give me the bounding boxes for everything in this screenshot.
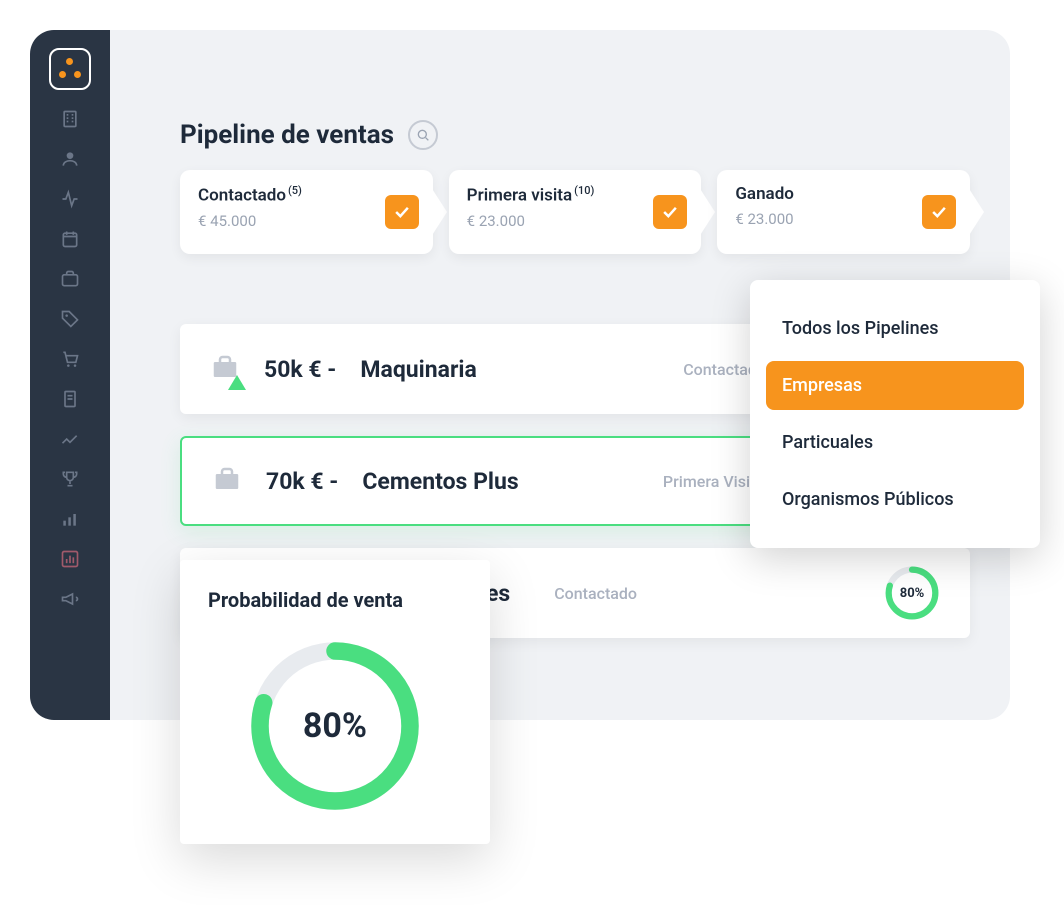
sidebar	[30, 30, 110, 720]
check-icon	[385, 195, 419, 229]
stage-count: (5)	[288, 184, 302, 197]
deal-value: 50k € -	[264, 356, 336, 383]
stage-label: Contactado	[198, 186, 286, 206]
analytics-icon[interactable]	[59, 548, 81, 570]
warning-badge	[228, 375, 246, 390]
cart-icon[interactable]	[59, 348, 81, 370]
search-icon[interactable]	[408, 120, 438, 150]
probability-mini-donut: 80%	[884, 565, 940, 621]
page-title: Pipeline de ventas	[180, 120, 394, 150]
stage-ganado[interactable]: Ganado € 23.000	[717, 170, 970, 254]
menu-item-organismos[interactable]: Organismos Públicos	[766, 475, 1024, 524]
deal-status: Primera Visita	[663, 472, 764, 491]
briefcase-nav-icon[interactable]	[59, 268, 81, 290]
stage-amount: € 23.000	[735, 210, 910, 228]
pipelines-dropdown: Todos los Pipelines Empresas Particuales…	[750, 280, 1040, 548]
chart-line-icon[interactable]	[59, 428, 81, 450]
calendar-icon[interactable]	[59, 228, 81, 250]
probability-percent: 80%	[245, 636, 425, 816]
tag-icon[interactable]	[59, 308, 81, 330]
page-header: Pipeline de ventas	[140, 120, 1010, 170]
app-window: Pipeline de ventas Contactado(5) € 45.00…	[30, 30, 1010, 720]
activity-icon[interactable]	[59, 188, 81, 210]
stage-contactado[interactable]: Contactado(5) € 45.000	[180, 170, 433, 254]
bar-chart-icon[interactable]	[59, 508, 81, 530]
app-logo[interactable]	[49, 48, 91, 90]
menu-item-particuales[interactable]: Particuales	[766, 418, 1024, 467]
briefcase-icon	[212, 464, 242, 498]
deal-name: Cementos Plus	[362, 468, 518, 495]
deal-value: 70k € -	[266, 468, 338, 495]
probability-card: Probabilidad de venta 80%	[180, 560, 490, 844]
mini-donut-percent: 80%	[884, 565, 940, 621]
deal-name: Maquinaria	[360, 356, 476, 383]
stage-label: Primera visita	[467, 186, 572, 206]
menu-item-all-pipelines[interactable]: Todos los Pipelines	[766, 304, 1024, 353]
probability-title: Probabilidad de venta	[208, 588, 462, 612]
user-icon[interactable]	[59, 148, 81, 170]
check-icon	[922, 195, 956, 229]
stage-amount: € 45.000	[198, 212, 373, 230]
menu-item-empresas[interactable]: Empresas	[766, 361, 1024, 410]
trophy-icon[interactable]	[59, 468, 81, 490]
document-icon[interactable]	[59, 388, 81, 410]
probability-donut-chart: 80%	[245, 636, 425, 816]
pipeline-stages: Contactado(5) € 45.000 Primera visita(10…	[140, 170, 1010, 274]
building-icon[interactable]	[59, 108, 81, 130]
stage-amount: € 23.000	[467, 212, 642, 230]
stage-primera-visita[interactable]: Primera visita(10) € 23.000	[449, 170, 702, 254]
stage-label: Ganado	[735, 184, 794, 204]
megaphone-icon[interactable]	[59, 588, 81, 610]
deal-status: Contactado	[554, 584, 637, 603]
check-icon	[653, 195, 687, 229]
stage-count: (10)	[574, 184, 594, 197]
briefcase-icon	[210, 352, 240, 386]
